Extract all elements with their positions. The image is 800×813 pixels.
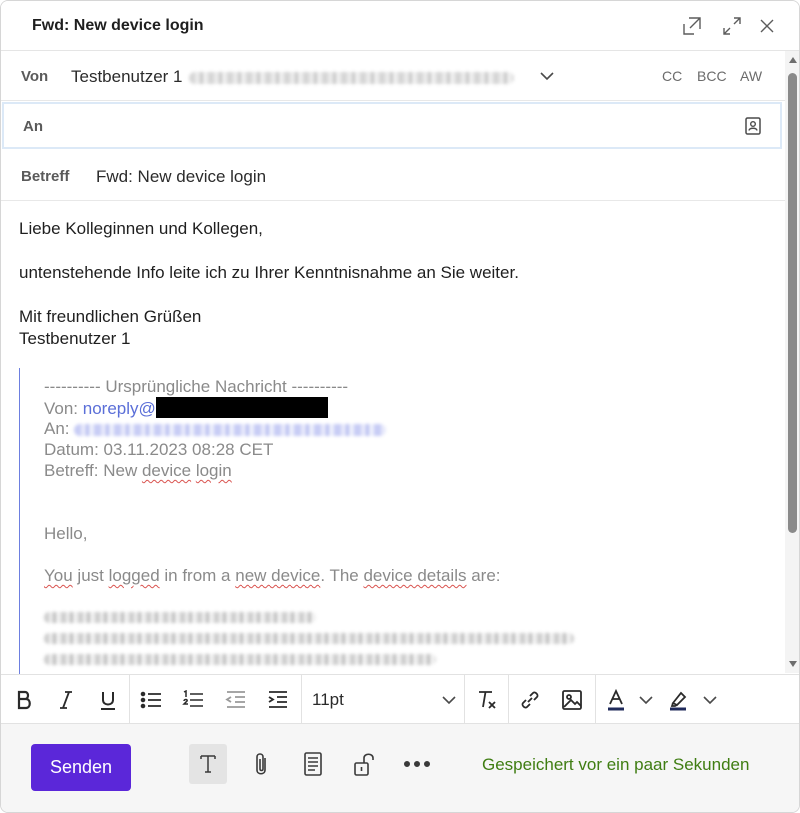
divider [595,675,596,724]
body-greeting: Liebe Kolleginnen und Kollegen, [19,219,263,238]
from-row: Von Testbenutzer 1 CC BCC AW [1,51,785,101]
highlight-color-icon[interactable] [661,675,695,724]
chevron-down-icon[interactable] [441,692,457,708]
send-button[interactable]: Senden [31,744,131,791]
divider [129,675,130,724]
from-select[interactable]: Testbenutzer 1 [71,67,514,87]
aw-button[interactable]: AW [740,68,762,84]
quoted-message: ---------- Ursprüngliche Nachricht -----… [19,368,759,674]
body-signature: Testbenutzer 1 [19,329,131,348]
format-toolbar: 11pt [1,674,799,724]
divider [464,675,465,724]
formatting-toggle-icon[interactable] [189,744,227,784]
address-book-icon[interactable] [744,116,762,136]
link-icon[interactable] [511,675,549,724]
quote-text: You just logged in from a new device. Th… [44,566,501,585]
chevron-down-icon[interactable] [638,692,654,708]
numbered-list-icon[interactable] [174,675,212,724]
template-icon[interactable] [294,744,332,784]
message-body-editor[interactable]: Liebe Kolleginnen und Kollegen, untenste… [1,202,785,674]
window-title: Fwd: New device login [32,17,204,34]
bullet-list-icon[interactable] [132,675,170,724]
attachment-icon[interactable] [242,744,280,784]
scrollbar[interactable] [785,51,799,673]
close-icon[interactable] [754,13,780,39]
more-options-icon[interactable] [398,744,436,784]
image-icon[interactable] [553,675,591,724]
compose-window: Fwd: New device login Von Testbenutzer 1… [0,0,800,813]
quote-to: An: [44,418,387,439]
clear-formatting-icon[interactable] [468,675,506,724]
body-closing: Mit freundlichen Grüßen [19,307,202,326]
from-address-blurred [188,71,514,84]
outdent-icon[interactable] [217,675,255,724]
quote-hello: Hello, [44,524,88,543]
bold-icon[interactable] [5,675,43,724]
to-field[interactable]: An [2,102,782,149]
quote-date: Datum: 03.11.2023 08:28 CET [44,440,274,459]
italic-icon[interactable] [47,675,85,724]
scroll-up-arrow-icon[interactable] [789,57,797,63]
underline-icon[interactable] [89,675,127,724]
title-bar: Fwd: New device login [1,1,799,51]
saved-status: Gespeichert vor ein paar Sekunden [482,755,750,774]
divider [508,675,509,724]
compose-footer: Senden Gespeichert vor ein paar Sekunden [1,724,799,812]
chevron-down-icon[interactable] [702,692,718,708]
quote-detail-blurred [44,612,316,623]
subject-input[interactable]: Fwd: New device login [96,167,266,187]
text-color-icon[interactable] [599,675,633,724]
quote-detail-blurred [44,633,574,644]
quote-from-link[interactable]: noreply@ [83,399,156,418]
indent-icon[interactable] [259,675,297,724]
to-label: An [23,118,43,135]
quote-from: Von: noreply@ [44,397,328,419]
subject-label: Betreff [21,168,70,185]
cc-button[interactable]: CC [662,68,682,84]
body-line: untenstehende Info leite ich zu Ihrer Ke… [19,263,519,282]
popout-icon[interactable] [679,13,705,39]
scroll-down-arrow-icon[interactable] [789,661,797,667]
unlock-icon[interactable] [346,744,384,784]
scroll-thumb[interactable] [788,73,797,533]
from-name: Testbenutzer 1 [71,67,183,86]
font-size-value: 11pt [312,690,344,709]
quote-subject: Betreff: New device login [44,461,232,480]
chevron-down-icon[interactable] [539,68,555,84]
bcc-button[interactable]: BCC [697,68,727,84]
quote-to-blurred [74,423,387,436]
from-label: Von [21,68,49,85]
maximize-icon[interactable] [719,13,745,39]
quote-separator: ---------- Ursprüngliche Nachricht -----… [44,377,349,396]
subject-row: Betreff Fwd: New device login [1,151,785,201]
redacted-block [155,397,328,418]
quote-detail-blurred [44,654,436,665]
